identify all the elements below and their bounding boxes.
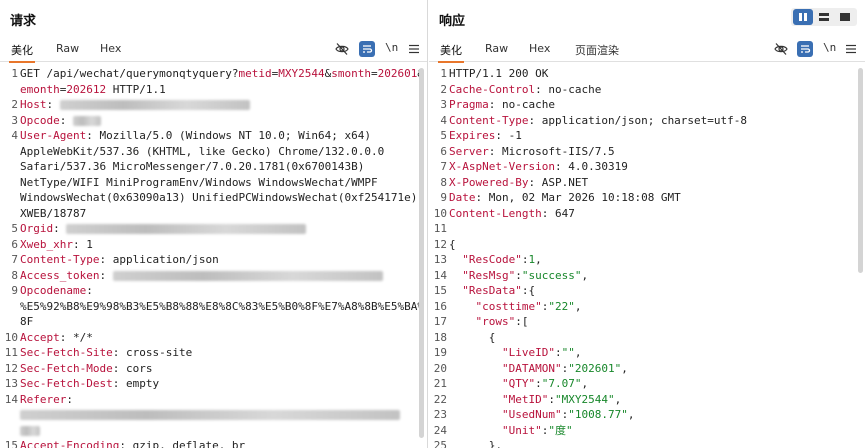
horizontal-layout-icon[interactable] xyxy=(814,9,834,25)
code-line: 13 Sec-Fetch-Dest: empty xyxy=(4,377,160,390)
request-code: 1 GET /api/wechat/querymonqtyquery?metid=… xyxy=(0,66,424,448)
code-line: 25 }, xyxy=(433,439,502,448)
code-line: 15 Accept-Encoding: gzip, deflate, br xyxy=(4,439,246,448)
code-line: 10 Accept: */* xyxy=(4,330,93,344)
code-line xyxy=(0,423,424,439)
wrap-icon[interactable] xyxy=(359,41,375,57)
code-line: AppleWebKit/537.36 (KHTML, like Gecko) C… xyxy=(20,144,385,158)
code-line: 1 GET /api/wechat/querymonqtyquery?metid=… xyxy=(11,67,424,80)
code-line: 6 Xweb_xhr: 1 xyxy=(11,237,93,251)
tab-hex[interactable]: Hex xyxy=(529,42,550,55)
eye-off-icon[interactable] xyxy=(334,41,350,57)
code-line: 12 Sec-Fetch-Mode: cors xyxy=(4,361,153,375)
response-scrollbar[interactable] xyxy=(858,68,863,273)
menu-icon[interactable] xyxy=(843,41,859,57)
request-title: 请求 xyxy=(10,14,37,29)
code-line: 8 Access_token: xyxy=(0,268,424,284)
code-line: 9 Date: Mon, 02 Mar 2026 10:18:08 GMT xyxy=(440,191,681,204)
code-line xyxy=(0,407,424,423)
newline-toggle[interactable]: \n xyxy=(823,41,836,54)
tab-pretty[interactable]: 美化 xyxy=(438,42,464,63)
code-line: 14 Referer: xyxy=(4,392,73,406)
code-line: XWEB/18787 xyxy=(20,206,87,220)
code-line: 5 Orgid: xyxy=(0,221,424,237)
code-line: emonth=202612 HTTP/1.1 xyxy=(20,82,166,96)
code-line: 7 X-AspNet-Version: 4.0.30319 xyxy=(440,160,628,173)
code-line: 17 "rows":[ xyxy=(433,315,529,328)
response-tabs: 美化 Raw Hex 页面渲染 \n xyxy=(429,38,865,63)
tab-hex[interactable]: Hex xyxy=(100,42,121,55)
response-code: 1 HTTP/1.1 200 OK 2 Cache-Control: no-cach… xyxy=(429,66,747,448)
code-line: NetType/WIFI MiniProgramEnv/Windows Wind… xyxy=(20,175,378,189)
code-line: 11 Sec-Fetch-Site: cross-site xyxy=(4,346,193,359)
code-line: 7 Content-Type: application/json xyxy=(11,253,219,266)
code-line: 12{ xyxy=(433,237,456,251)
code-line: 15 "ResData":{ xyxy=(433,284,536,297)
code-line: 10 Content-Length: 647 xyxy=(433,206,575,220)
code-line: 21 "QTY":"7.07", xyxy=(433,377,589,390)
code-line: 9 Opcodename: xyxy=(11,284,93,297)
menu-icon[interactable] xyxy=(406,41,422,57)
wrap-icon[interactable] xyxy=(797,41,813,57)
request-scrollbar[interactable] xyxy=(419,68,424,438)
tab-raw[interactable]: Raw xyxy=(485,42,508,55)
code-line: 6 Server: Microsoft-IIS/7.5 xyxy=(440,144,615,158)
code-line: 14 "ResMsg":"success", xyxy=(433,268,589,282)
code-line: 3 Opcode: xyxy=(0,113,424,129)
code-line: 18 { xyxy=(433,330,496,344)
code-line: 11 xyxy=(433,222,447,235)
code-line: 16 "costtime":"22", xyxy=(433,299,582,313)
tab-pretty[interactable]: 美化 xyxy=(9,42,35,63)
code-line: 22 "MetID":"MXY2544", xyxy=(433,392,622,406)
response-pane: 响应 美化 Raw Hex 页面渲染 \n 1 HTTP/1.1 200 OK 2… xyxy=(429,0,865,448)
split-layout-icon[interactable] xyxy=(793,9,813,25)
code-line: 3 Pragma: no-cache xyxy=(440,98,555,111)
eye-off-icon[interactable] xyxy=(773,41,789,57)
code-line: 5 Expires: -1 xyxy=(440,129,522,142)
code-line: WindowsWechat(0x63090a13) UnifiedPCWindo… xyxy=(20,191,418,204)
code-line: 20 "DATAMON":"202601", xyxy=(433,361,628,375)
code-line: 4 User-Agent: Mozilla/5.0 (Windows NT 10.… xyxy=(11,129,372,142)
response-title: 响应 xyxy=(439,14,466,29)
vertical-layout-icon[interactable] xyxy=(835,9,855,25)
code-line: 8 X-Powered-By: ASP.NET xyxy=(440,175,589,189)
layout-switcher xyxy=(791,8,857,26)
tab-raw[interactable]: Raw xyxy=(56,42,79,55)
code-line: 24 "Unit":"度" xyxy=(433,423,573,437)
request-tabs: 美化 Raw Hex \n xyxy=(0,38,427,63)
code-line: %E5%92%B8%E9%98%B3%E5%B8%88%E8%8C%83%E5%… xyxy=(20,299,424,313)
code-line: 2 Host: xyxy=(0,97,424,113)
request-pane: 请求 美化 Raw Hex \n 1 GET /api/wechat/querym… xyxy=(0,0,428,448)
code-line: Safari/537.36 MicroMessenger/7.0.20.1781… xyxy=(20,160,365,173)
code-line: 13 "ResCode":1, xyxy=(433,253,542,266)
code-line: 8F xyxy=(20,315,34,328)
code-line: 4 Content-Type: application/json; charset… xyxy=(440,113,748,127)
code-line: 1 HTTP/1.1 200 OK xyxy=(440,67,549,80)
newline-toggle[interactable]: \n xyxy=(385,41,398,54)
code-line: 23 "UsedNum":"1008.77", xyxy=(433,408,635,421)
code-line: 2 Cache-Control: no-cache xyxy=(440,82,602,96)
tab-render[interactable]: 页面渲染 xyxy=(575,42,619,58)
code-line: 19 "LiveID":"", xyxy=(433,346,582,359)
